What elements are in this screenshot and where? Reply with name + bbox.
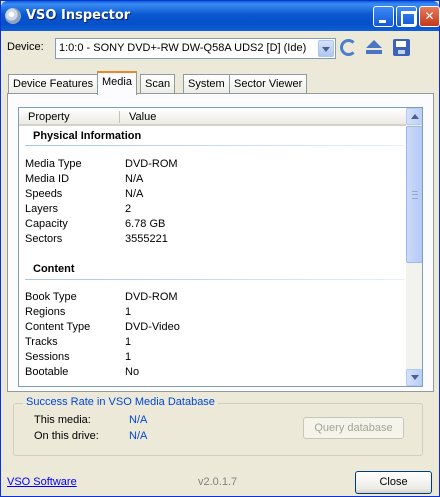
section-title-content: Content <box>33 263 75 275</box>
vso-software-link[interactable]: VSO Software <box>7 476 77 488</box>
this-drive-value: N/A <box>129 430 148 442</box>
save-icon[interactable] <box>393 39 410 56</box>
this-drive-label: On this drive: <box>34 430 99 442</box>
scrollbar-thumb[interactable] <box>406 126 422 263</box>
tab-sector-viewer[interactable]: Sector Viewer <box>229 74 308 94</box>
vertical-scrollbar[interactable] <box>406 108 422 386</box>
version-label: v2.0.1.7 <box>198 476 238 488</box>
grip-icon <box>412 191 418 199</box>
scroll-up-icon[interactable] <box>406 108 422 125</box>
scroll-down-icon[interactable] <box>406 369 422 386</box>
property-name: Book Type <box>25 291 77 303</box>
property-value: 3555221 <box>125 233 168 245</box>
list-header: Property Value <box>19 108 406 126</box>
tab-media[interactable]: Media <box>97 71 137 95</box>
tab-scan[interactable]: Scan <box>140 74 176 94</box>
section-divider <box>25 145 405 146</box>
property-name: Speeds <box>25 188 63 200</box>
property-value: DVD-Video <box>125 321 180 333</box>
window-title: VSO Inspector <box>26 8 131 23</box>
property-name: Sessions <box>25 351 70 363</box>
device-label: Device: <box>7 41 44 53</box>
column-header-property[interactable]: Property <box>28 111 70 123</box>
property-value: 1 <box>125 336 132 348</box>
property-value: 2 <box>125 203 132 215</box>
property-name: Media ID <box>25 173 70 185</box>
close-window-button[interactable]: ✕ <box>419 6 440 27</box>
chevron-down-icon[interactable] <box>318 40 334 57</box>
property-value: N/A <box>125 173 144 185</box>
success-rate-title: Success Rate in VSO Media Database <box>23 396 218 408</box>
property-value: DVD-ROM <box>125 291 178 303</box>
property-name: Bootable <box>25 366 69 378</box>
disc-icon <box>5 8 21 24</box>
maximize-button[interactable] <box>396 6 417 27</box>
property-name: Sectors <box>25 233 63 245</box>
property-name: Media Type <box>25 158 82 170</box>
property-name: Layers <box>25 203 59 215</box>
close-button[interactable]: Close <box>355 471 432 494</box>
refresh-icon[interactable] <box>340 39 357 56</box>
minimize-button[interactable] <box>373 6 394 27</box>
this-media-label: This media: <box>34 414 91 426</box>
property-value: 1 <box>125 306 132 318</box>
property-name: Regions <box>25 306 66 318</box>
media-properties-list[interactable]: Property Value Physical Information Medi… <box>18 107 423 387</box>
property-value: No <box>125 366 140 378</box>
property-name: Tracks <box>25 336 58 348</box>
device-select[interactable]: 1:0:0 - SONY DVD+-RW DW-Q58A UDS2 [D] (I… <box>55 38 336 59</box>
property-value: N/A <box>125 188 144 200</box>
property-name: Capacity <box>25 218 68 230</box>
query-database-button[interactable]: Query database <box>303 417 404 439</box>
title-bar[interactable]: VSO Inspector ✕ <box>1 1 440 31</box>
property-value: DVD-ROM <box>125 158 178 170</box>
this-media-value: N/A <box>129 414 148 426</box>
tab-device-features[interactable]: Device Features <box>8 74 99 94</box>
app-window: VSO Inspector ✕ Device: 1:0:0 - SONY DVD… <box>0 0 440 497</box>
tab-system[interactable]: System <box>183 74 230 94</box>
section-title-physical: Physical Information <box>33 130 142 142</box>
section-divider <box>25 279 405 280</box>
eject-icon[interactable] <box>365 39 382 56</box>
property-name: Content Type <box>25 321 91 333</box>
device-selected-value: 1:0:0 - SONY DVD+-RW DW-Q58A UDS2 [D] (I… <box>59 42 307 54</box>
column-divider[interactable] <box>119 111 120 123</box>
property-value: 1 <box>125 351 132 363</box>
column-header-value[interactable]: Value <box>129 111 156 123</box>
property-value: 6.78 GB <box>125 218 166 230</box>
